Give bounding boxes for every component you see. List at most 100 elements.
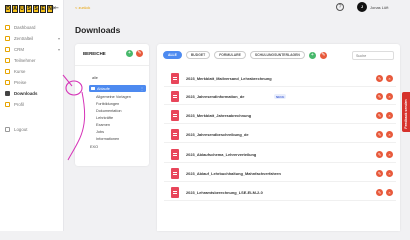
dashboard-icon	[5, 25, 10, 30]
file-name[interactable]: 2023_Jahresendinformation_de	[186, 94, 244, 99]
chevron-down-icon: ▾	[57, 36, 60, 41]
delete-file-button[interactable]: ×	[386, 170, 393, 177]
delete-file-button[interactable]: ×	[386, 112, 393, 119]
tree-item[interactable]: Informationen	[96, 137, 119, 141]
edit-file-button[interactable]: ✎	[376, 75, 383, 82]
tree-item[interactable]: EXO	[90, 145, 98, 149]
sidebar-nav: D A U S S E N ⇤ Dashboard Zentralteil ▾ …	[0, 0, 64, 231]
file-name[interactable]: 2023_Merkblatt_Mailversand_Lehrabrechnun…	[186, 76, 272, 81]
file-row[interactable]: 2023_Merkblatt_Jahresabrechnung ✎ ×	[164, 108, 396, 124]
pdf-file-icon	[171, 149, 179, 160]
delete-file-button[interactable]: ×	[386, 189, 393, 196]
feedback-tab[interactable]: Feedback senden	[402, 92, 410, 132]
edit-file-button[interactable]: ✎	[376, 93, 383, 100]
edit-file-button[interactable]: ✎	[376, 112, 383, 119]
nav-item-label: Profil	[14, 102, 25, 107]
nav-item-label: Dashboard	[14, 25, 36, 30]
feedback-label: Feedback senden	[404, 99, 408, 129]
users-icon	[5, 58, 10, 63]
tree-item[interactable]: Dokumentation	[96, 109, 122, 113]
collapse-icon[interactable]: ⇤	[53, 4, 59, 12]
pdf-file-icon	[171, 91, 179, 102]
nav-item-logout[interactable]: Logout	[0, 124, 64, 135]
nav-item-label: Preise	[14, 80, 27, 85]
tree-item-label: Ablaufe	[97, 86, 110, 91]
file-name[interactable]: 2023_Lehramtsberechnung_LSE-ELM-2-0	[186, 190, 263, 195]
nav-item-zentralteil[interactable]: Zentralteil ▾	[0, 33, 64, 44]
delete-file-button[interactable]: ×	[386, 75, 393, 82]
logo-letter: U	[19, 4, 25, 13]
file-name[interactable]: 2023_Ablaufschema_Lehrerverteilung	[186, 152, 256, 157]
nav-item-label: Teilnehmer	[14, 58, 36, 63]
filter-bar: ALLE BUDGET FORMULARE SCHULUNGSUNTERLAGE…	[163, 51, 327, 59]
divider	[75, 65, 149, 66]
app-logo[interactable]: D A U S S E N	[5, 4, 53, 13]
avatar[interactable]: J	[357, 2, 367, 12]
tree-item-selected[interactable]: Ablaufe ⋮	[89, 85, 146, 92]
annotation-arrow	[62, 74, 73, 87]
file-name[interactable]: 2023_Ablauf_Lehrbuchhaltung_Mahnfachverf…	[186, 171, 281, 176]
search-input[interactable]	[352, 51, 394, 60]
file-row[interactable]: 2023_Lehramtsberechnung_LSE-ELM-2-0 ✎ ×	[164, 185, 396, 201]
tree-item[interactable]: Fortbildungen	[96, 102, 119, 106]
file-row[interactable]: 2023_Ablaufschema_Lehrerverteilung ✎ ×	[164, 147, 396, 163]
pdf-file-icon	[171, 110, 179, 121]
nav-item-label: CRM	[14, 47, 24, 52]
edit-file-button[interactable]: ✎	[376, 189, 383, 196]
edit-file-button[interactable]: ✎	[376, 131, 383, 138]
filter-alle[interactable]: ALLE	[163, 51, 182, 59]
more-icon[interactable]: ⋮	[140, 86, 144, 91]
nav-item-crm[interactable]: CRM ▾	[0, 44, 64, 55]
filter-schulungsunterlagen[interactable]: SCHULUNGSUNTERLAGEN	[249, 51, 305, 59]
tree-item[interactable]: Lehrkräfte	[96, 116, 113, 120]
delete-file-button[interactable]: ×	[386, 131, 393, 138]
file-name[interactable]: 2023_Merkblatt_Jahresabrechnung	[186, 113, 251, 118]
add-filter-button[interactable]: +	[308, 51, 316, 59]
nav-item-label: Kurse	[14, 69, 26, 74]
logo-letter: A	[12, 4, 18, 13]
file-row[interactable]: 2023_Merkblatt_Mailversand_Lehrabrechnun…	[164, 71, 396, 87]
file-row[interactable]: 2023_Jahresendbeschreibung_de ✎ ×	[164, 127, 396, 143]
back-link[interactable]: < zurück	[75, 5, 90, 10]
nav-item-preise[interactable]: Preise	[0, 77, 64, 88]
filter-budget[interactable]: BUDGET	[185, 51, 211, 59]
page-title: Downloads	[75, 25, 121, 35]
price-icon	[5, 80, 10, 85]
filter-formulare[interactable]: FORMULARE	[214, 51, 246, 59]
nav-item-downloads[interactable]: Downloads	[0, 88, 64, 99]
file-row[interactable]: 2023_Ablauf_Lehrbuchhaltung_Mahnfachverf…	[164, 166, 396, 182]
home-icon	[5, 36, 10, 41]
edit-filter-button[interactable]: ✎	[319, 51, 327, 59]
courses-icon	[5, 69, 10, 74]
pdf-file-icon	[171, 187, 179, 198]
nav-item-kurse[interactable]: Kurse	[0, 66, 64, 77]
logo-letter: S	[33, 4, 39, 13]
nav-item-dashboard[interactable]: Dashboard	[0, 22, 64, 33]
tree-item[interactable]: Jobs	[96, 130, 104, 134]
logo-letter: E	[40, 4, 46, 13]
edit-file-button[interactable]: ✎	[376, 151, 383, 158]
delete-file-button[interactable]: ×	[386, 93, 393, 100]
nav-item-label: Zentralteil	[14, 36, 34, 41]
new-badge: NEUE	[274, 94, 287, 99]
file-name[interactable]: 2023_Jahresendbeschreibung_de	[186, 132, 249, 137]
download-icon	[5, 91, 10, 96]
pdf-file-icon	[171, 168, 179, 179]
chevron-down-icon: ▾	[57, 47, 60, 52]
tree-item[interactable]: Examen	[96, 123, 110, 127]
nav-item-teilnehmer[interactable]: Teilnehmer	[0, 55, 64, 66]
add-bereich-button[interactable]: +	[126, 50, 133, 57]
help-icon[interactable]: ?	[336, 3, 344, 11]
nav-item-profil[interactable]: Profil	[0, 99, 64, 110]
user-name[interactable]: Jonas Lüft	[370, 5, 388, 10]
edit-bereich-button[interactable]: ✎	[136, 50, 143, 57]
delete-file-button[interactable]: ×	[386, 151, 393, 158]
crm-icon	[5, 47, 10, 52]
edit-file-button[interactable]: ✎	[376, 170, 383, 177]
pdf-file-icon	[171, 73, 179, 84]
tree-item-root[interactable]: alle	[92, 76, 98, 80]
tree-item[interactable]: Allgemeine Vorlagen	[96, 95, 131, 99]
file-row[interactable]: 2023_Jahresendinformation_de NEUE ✎ ×	[164, 89, 396, 105]
pdf-file-icon	[171, 129, 179, 140]
nav-item-label: Downloads	[14, 91, 38, 96]
